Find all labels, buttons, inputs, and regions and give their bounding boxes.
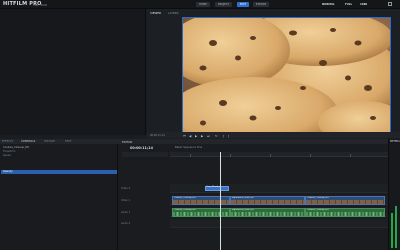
- video-clip[interactable]: Cookies_Closeup_HD: [172, 196, 230, 205]
- audio-clip[interactable]: Cookies_Closeup_HD: [305, 208, 385, 217]
- transition-label: Cross Dissolve: [206, 186, 221, 188]
- tab-layers[interactable]: LAYERS: [168, 11, 179, 15]
- tab-project[interactable]: PROJECT: [215, 2, 233, 7]
- clip-thumbnails: [231, 200, 304, 204]
- tab-viewer[interactable]: VIEWER: [150, 11, 161, 15]
- window-icon[interactable]: [388, 2, 392, 6]
- ruler-tick: [230, 154, 231, 157]
- track-label-audio1[interactable]: Audio 1: [121, 211, 130, 214]
- view-mode[interactable]: NORMAL: [322, 3, 335, 6]
- step-back-icon[interactable]: ◀: [189, 134, 191, 138]
- video-clip[interactable]: Cookies_Closeup_HD: [305, 196, 385, 205]
- play-icon[interactable]: ▶: [195, 134, 197, 138]
- timeline-ruler[interactable]: [170, 152, 388, 157]
- menu-file[interactable]: File: [33, 3, 38, 7]
- meters-title: METERS: [390, 140, 400, 143]
- clip-thumbnails: [306, 200, 384, 204]
- track-label-video1[interactable]: Video 1: [121, 199, 130, 202]
- go-end-icon[interactable]: ⏭: [207, 134, 210, 138]
- tab-effects[interactable]: EFFECTS: [2, 140, 13, 143]
- video-preview[interactable]: [182, 17, 391, 133]
- tab-text[interactable]: TEXT: [65, 140, 72, 143]
- cookies-image: [183, 18, 390, 132]
- controls-row-selected[interactable]: Opacity: [1, 170, 117, 174]
- viewer-timecode: 00:00:11;14: [150, 133, 165, 137]
- sequence-name[interactable]: Baker Sequence One: [175, 146, 202, 149]
- track-label-audio2[interactable]: Audio 2: [121, 222, 130, 225]
- step-forward-icon[interactable]: ▶: [201, 134, 203, 138]
- tab-controls[interactable]: CONTROLS: [21, 140, 35, 143]
- ruler-tick: [310, 154, 311, 157]
- media-panel: [0, 9, 146, 135]
- controls-tabbar: [0, 139, 118, 144]
- editor-title: EDITOR: [122, 139, 133, 144]
- track-label-video2[interactable]: Video 2: [121, 187, 130, 190]
- audio-meters-panel: [388, 139, 400, 250]
- loop-icon[interactable]: ↻: [215, 134, 218, 138]
- audio-waveform: [306, 212, 384, 216]
- mark-out-icon[interactable]: ]: [228, 134, 229, 138]
- view-quality[interactable]: FULL: [345, 3, 352, 6]
- track-lane-audio2[interactable]: [170, 219, 388, 228]
- video-clip[interactable]: Ingredients_Shot_HD: [230, 196, 305, 205]
- editor-tabbar: [118, 139, 388, 144]
- ruler-tick: [190, 154, 191, 157]
- mark-in-icon[interactable]: [: [223, 134, 224, 138]
- audio-clip[interactable]: Cookies_Closeup_HD: [172, 208, 230, 217]
- controls-row[interactable]: Speed: [1, 154, 117, 158]
- meter-right: [395, 206, 397, 248]
- track-lane-video2[interactable]: [170, 184, 388, 193]
- tab-export[interactable]: EXPORT: [253, 2, 270, 7]
- ruler-tick: [270, 154, 271, 157]
- tab-edit[interactable]: EDIT: [237, 2, 249, 7]
- audio-clip[interactable]: Ingredients_Shot_HD: [230, 208, 305, 217]
- meter-left: [391, 213, 393, 248]
- go-start-icon[interactable]: ⏮: [183, 134, 186, 138]
- playhead[interactable]: [220, 152, 221, 250]
- track-header-area: [122, 152, 168, 157]
- view-resolution[interactable]: 1080: [360, 3, 367, 6]
- tab-home[interactable]: HOME: [196, 2, 210, 7]
- audio-waveform: [231, 212, 304, 216]
- editor-timecode[interactable]: 00:00:11;14: [130, 146, 153, 150]
- tab-history[interactable]: HISTORY: [44, 140, 55, 143]
- ruler-tick: [350, 154, 351, 157]
- menu-edit[interactable]: Edit: [41, 3, 47, 7]
